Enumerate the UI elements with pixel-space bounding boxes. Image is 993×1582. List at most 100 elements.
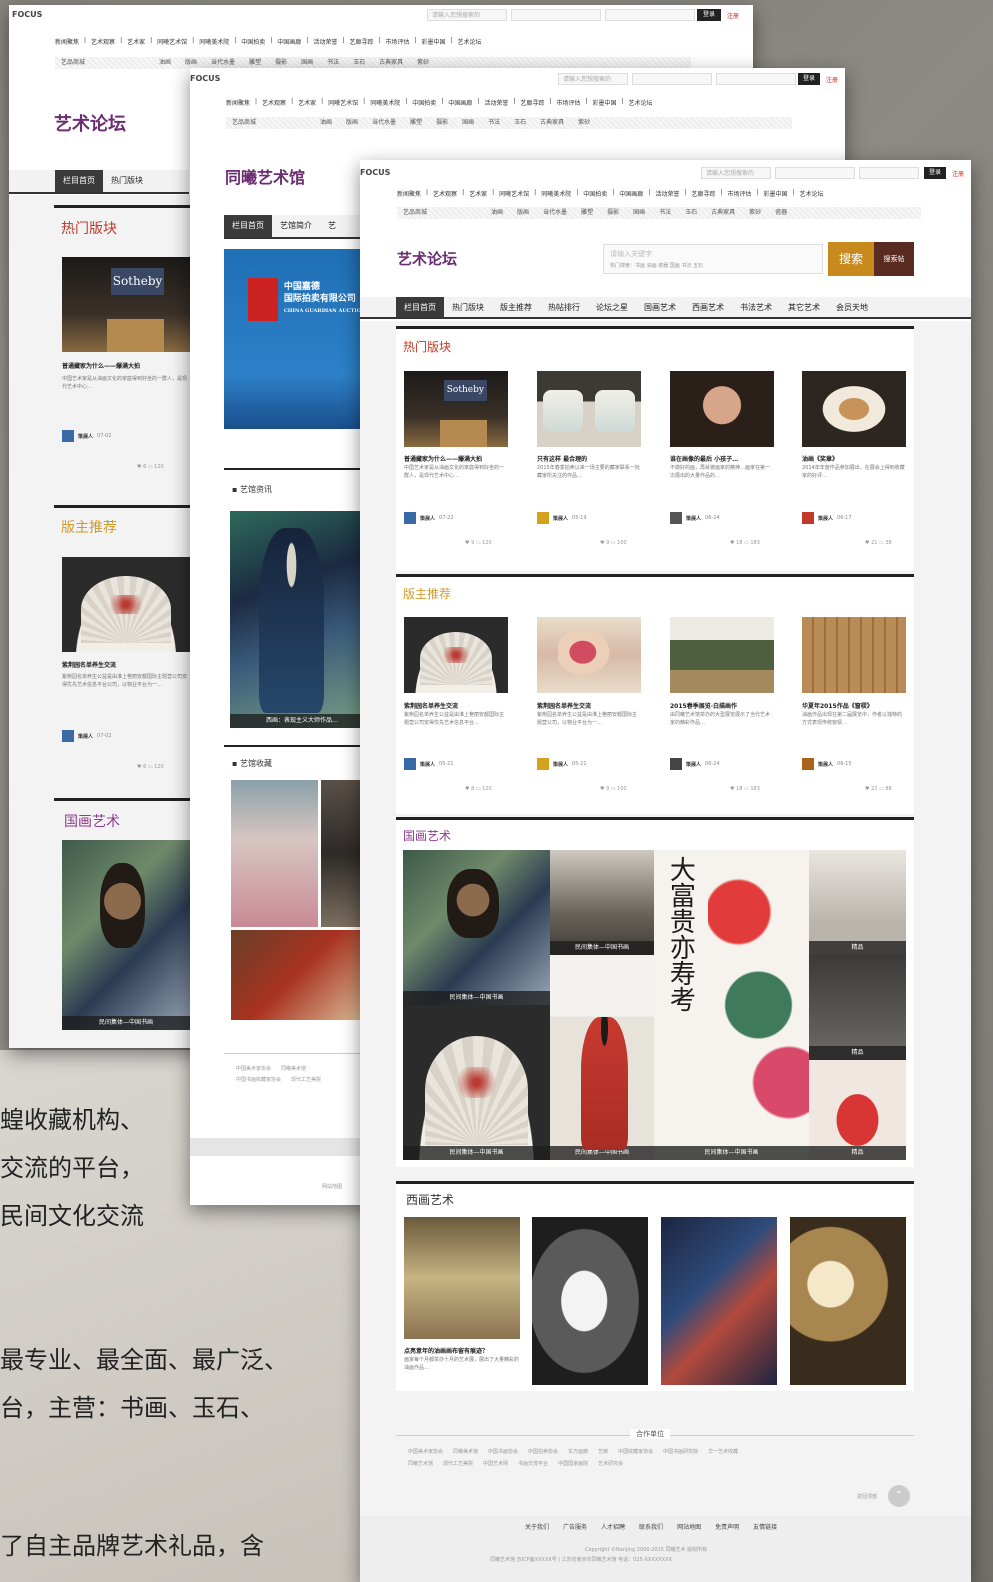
subnav-item[interactable]: 油画 <box>491 207 503 219</box>
register-link[interactable]: 注册 <box>826 75 838 84</box>
nav-item[interactable]: 艺术家 <box>469 189 487 198</box>
mod-item-title[interactable]: 2015春季展览·白描画作 <box>670 701 774 710</box>
subnav-item[interactable]: 摄影 <box>607 207 619 219</box>
top-search-field-2[interactable] <box>511 9 601 21</box>
nav-item[interactable]: 艺术观察 <box>433 189 457 198</box>
guohua-painting[interactable]: 民间集体—中国书画 <box>62 840 190 1030</box>
avatar[interactable] <box>537 758 549 770</box>
subnav-label[interactable]: 艺品商城 <box>403 207 427 219</box>
menu-item-home[interactable]: 栏目首页 <box>55 170 103 192</box>
nav-item[interactable]: 艺廊寻踪 <box>520 98 544 107</box>
subnav-item[interactable]: 紫砂 <box>749 207 761 219</box>
nav-item[interactable]: 中国拍卖 <box>583 189 607 198</box>
subnav-item[interactable]: 版画 <box>346 117 358 129</box>
top-search-field-2[interactable] <box>775 167 855 179</box>
guohua-image-2[interactable]: 民间集体—中国书画 <box>550 850 654 955</box>
xihua-image-4[interactable] <box>790 1217 906 1385</box>
nav-item[interactable]: 中国画廊 <box>277 37 301 46</box>
subnav-item[interactable]: 紫砂 <box>578 117 590 129</box>
nav-item[interactable]: 彩墨中国 <box>421 37 445 46</box>
avatar[interactable] <box>62 730 74 742</box>
nav-item[interactable]: 艺术观察 <box>91 37 115 46</box>
subnav-item[interactable]: 国画 <box>462 117 474 129</box>
hot-item-title[interactable]: 谁在画像的最后 小孩子… <box>670 454 774 463</box>
guohua-image-1[interactable]: 民间集体—中国书画 <box>403 850 550 1005</box>
site-logo[interactable]: FOCUS <box>12 10 42 19</box>
nav-item[interactable]: 同曦美术院 <box>541 189 571 198</box>
fan-painting[interactable] <box>62 557 190 652</box>
mod-item-title[interactable]: 紫荆园名单养生交流 <box>62 660 187 669</box>
subnav-item[interactable]: 当代水墨 <box>543 207 567 219</box>
nav-item[interactable]: 市场评估 <box>727 189 751 198</box>
nav-item[interactable]: 彩墨中国 <box>763 189 787 198</box>
register-link[interactable]: 注册 <box>952 169 964 178</box>
nav-item[interactable]: 活动荣誉 <box>484 98 508 107</box>
xihua-image-2[interactable] <box>532 1217 648 1385</box>
nav-item[interactable]: 中国拍卖 <box>241 37 265 46</box>
subnav-item[interactable]: 古典家具 <box>540 117 564 129</box>
hot-item-title[interactable]: 油画《奖章》 <box>802 454 906 463</box>
subnav-item[interactable]: 古典家具 <box>711 207 735 219</box>
hot-item-title[interactable]: 只有这样 最合理的 <box>537 454 641 463</box>
nav-item[interactable]: 新闻聚焦 <box>55 37 79 46</box>
nav-item[interactable]: 艺廊寻踪 <box>691 189 715 198</box>
nav-item[interactable]: 同曦艺术馆 <box>157 37 187 46</box>
nav-item[interactable]: 市场评估 <box>385 37 409 46</box>
xihua-image-3[interactable] <box>661 1217 777 1385</box>
top-search-input[interactable]: 请输入您想搜索的 <box>701 167 771 179</box>
nav-item[interactable]: 艺术论坛 <box>629 98 653 107</box>
mod-item-image[interactable] <box>802 617 906 693</box>
login-button[interactable]: 登录 <box>924 167 946 179</box>
subnav-item[interactable]: 书法 <box>659 207 671 219</box>
subnav-item[interactable]: 当代水墨 <box>372 117 396 129</box>
guohua-image-5[interactable]: 民间集体—中国书画 <box>403 1005 550 1160</box>
hot-item-image[interactable] <box>537 371 641 447</box>
top-search-field-3[interactable] <box>859 167 919 179</box>
subnav-item[interactable]: 玉石 <box>514 117 526 129</box>
nav-item[interactable]: 艺廊寻踪 <box>349 37 373 46</box>
subnav-item[interactable]: 国画 <box>633 207 645 219</box>
nav-item[interactable]: 新闻聚焦 <box>397 189 421 198</box>
guohua-image-8[interactable]: 精品 <box>809 1060 906 1160</box>
top-search-field-3[interactable] <box>605 9 695 21</box>
menu-item[interactable]: 热门版块 <box>444 297 492 317</box>
xihua-image-1[interactable] <box>404 1217 520 1339</box>
auction-house-ad[interactable]: 中国嘉德国际拍卖有限公司CHINA GUARDIAN AUCTIONS <box>224 249 360 429</box>
subnav-item[interactable]: 雕塑 <box>581 207 593 219</box>
avatar[interactable] <box>802 512 814 524</box>
nav-item[interactable]: 艺术家 <box>298 98 316 107</box>
top-search-input[interactable]: 请输入您想搜索的 <box>427 9 507 21</box>
top-search-field-3[interactable] <box>716 73 796 85</box>
avatar[interactable] <box>670 758 682 770</box>
nav-item[interactable]: 中国画廊 <box>619 189 643 198</box>
nav-item[interactable]: 同曦艺术馆 <box>499 189 529 198</box>
avatar[interactable] <box>404 512 416 524</box>
subnav-item[interactable]: 版画 <box>517 207 529 219</box>
subnav-label[interactable]: 艺品商城 <box>61 57 85 69</box>
menu-item[interactable]: 会员天地 <box>828 297 876 317</box>
nav-item[interactable]: 同曦美术院 <box>199 37 229 46</box>
login-button[interactable]: 登录 <box>697 9 721 21</box>
mod-item-image[interactable] <box>404 617 508 693</box>
hot-item-image[interactable]: Sotheby <box>404 371 508 447</box>
guohua-image-6[interactable]: 民间集体—中国书画 <box>550 955 654 1160</box>
avatar[interactable] <box>802 758 814 770</box>
forum-search-input[interactable]: 请输入关键字 热门搜索：书画 油画 瓷器 国画 书法 玉石 <box>603 244 823 274</box>
mod-item-title[interactable]: 华夏年2015作品《窗棂》 <box>802 701 906 710</box>
register-link[interactable]: 注册 <box>727 11 739 20</box>
nav-item[interactable]: 艺术观察 <box>262 98 286 107</box>
collection-painting-2[interactable] <box>321 780 360 927</box>
menu-item-hot[interactable]: 热门版块 <box>103 170 151 192</box>
menu-item[interactable]: 西画艺术 <box>684 297 732 317</box>
site-logo[interactable]: FOCUS <box>360 168 390 177</box>
collection-painting-1[interactable] <box>231 780 318 927</box>
search-posts-button[interactable]: 搜索帖 <box>874 242 914 276</box>
menu-item[interactable]: 论坛之星 <box>588 297 636 317</box>
guohua-calligraphy[interactable]: 大富贵亦寿考 民间集体—中国书画 <box>654 850 809 1160</box>
menu-item[interactable]: 国画艺术 <box>636 297 684 317</box>
hot-item-title[interactable]: 普通藏家为什么——爆满大拍 <box>404 454 508 463</box>
avatar[interactable] <box>670 512 682 524</box>
nav-item[interactable]: 彩墨中国 <box>592 98 616 107</box>
nav-item[interactable]: 中国画廊 <box>448 98 472 107</box>
subnav-item[interactable]: 雕塑 <box>410 117 422 129</box>
